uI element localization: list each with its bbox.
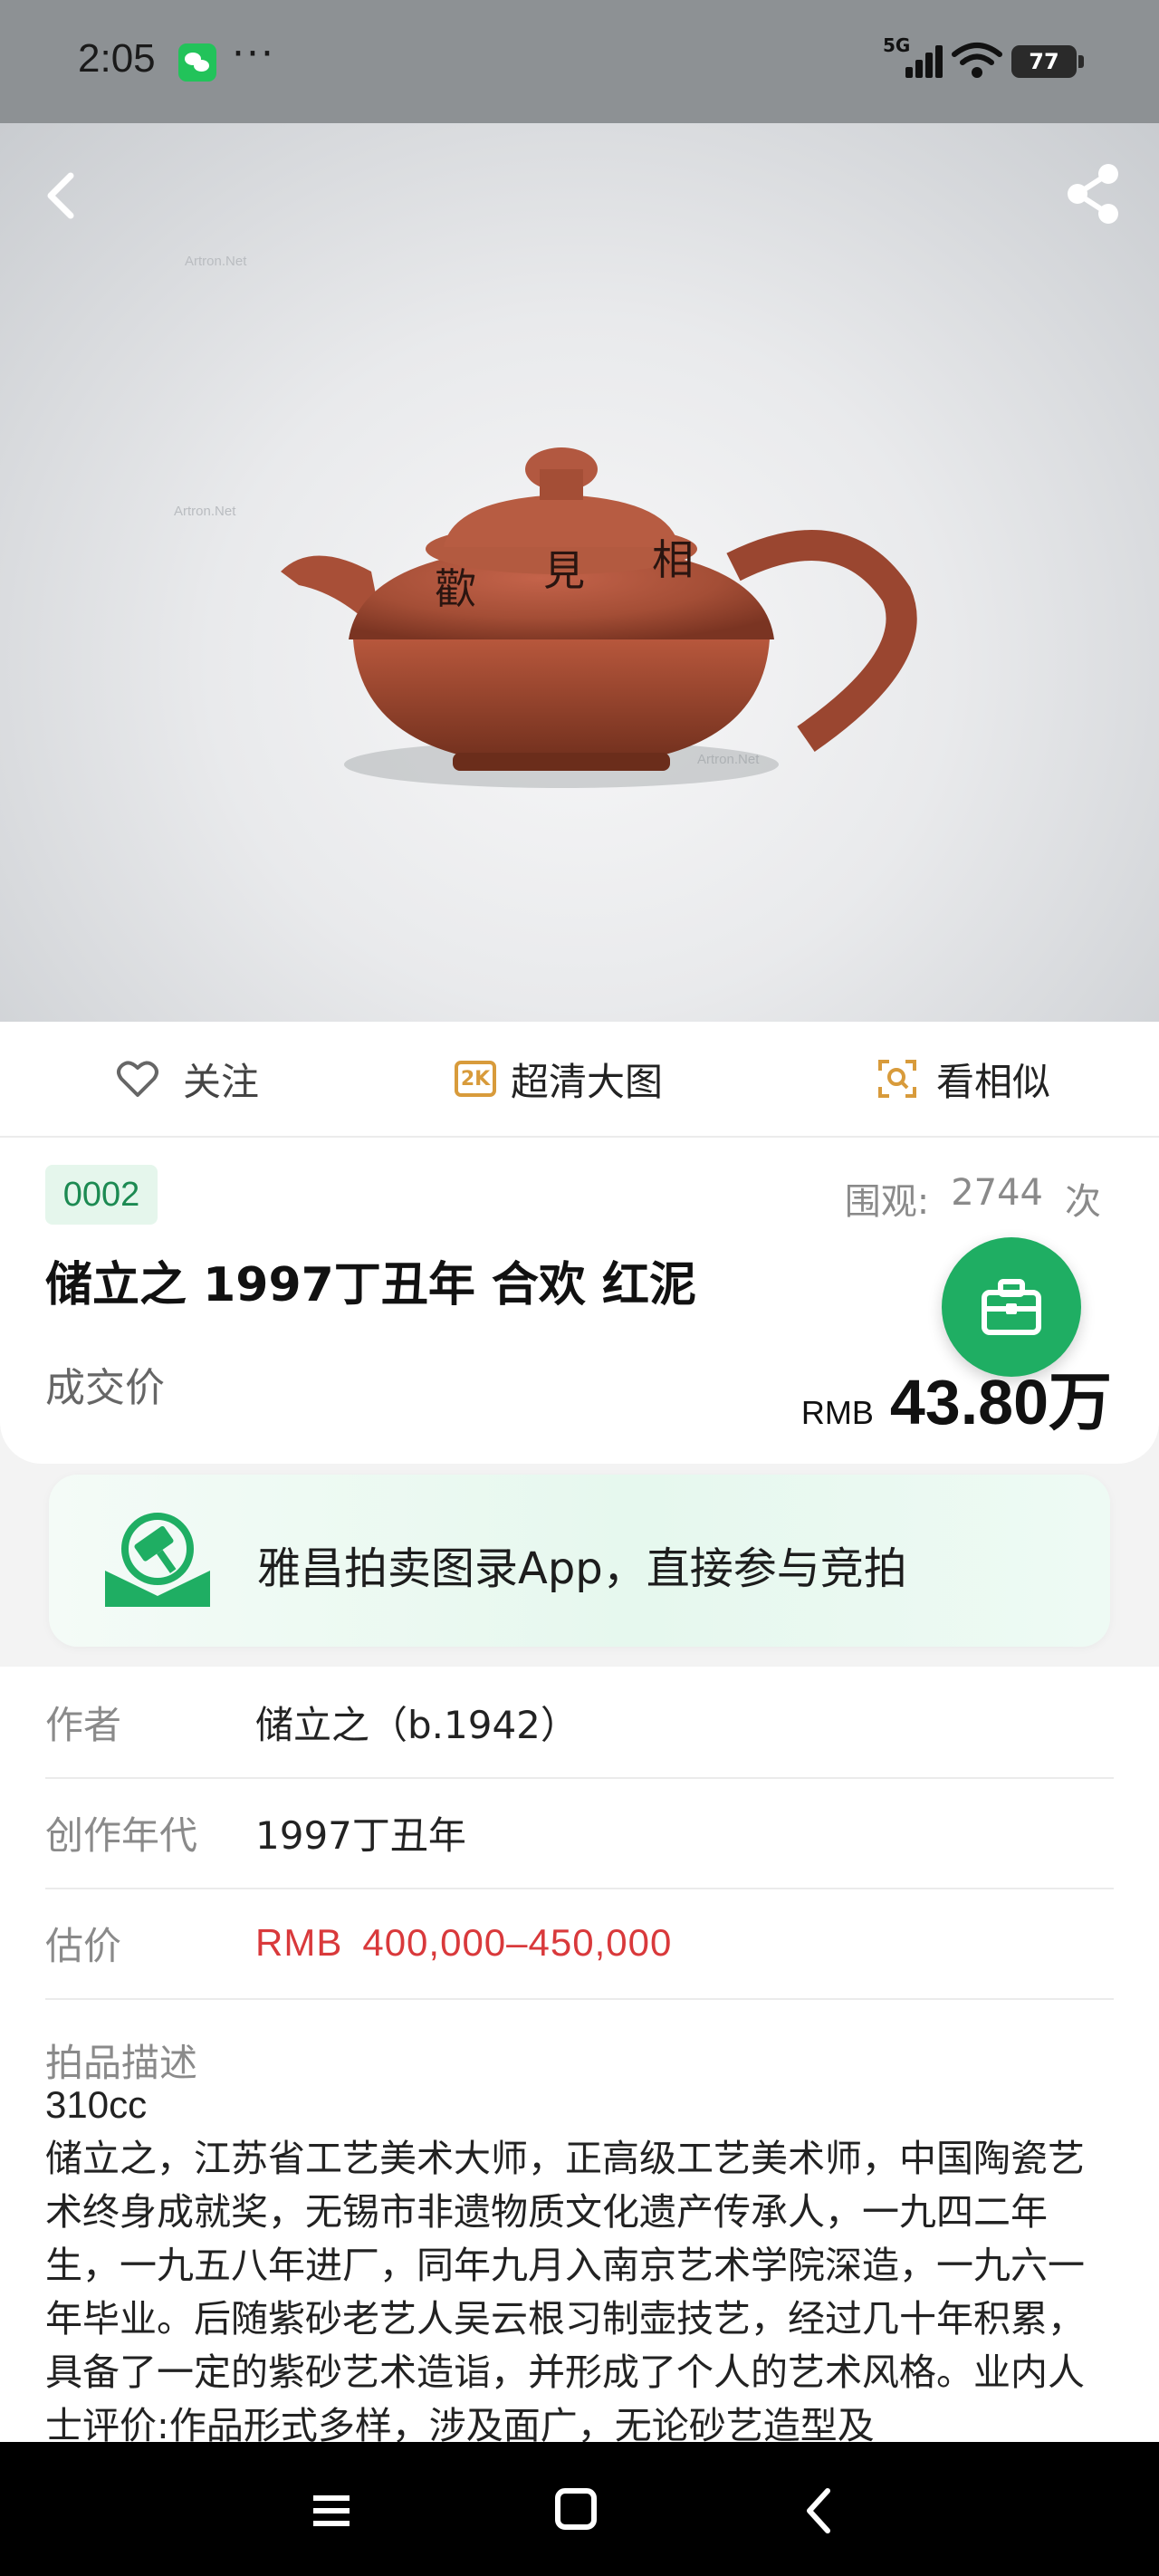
scan-search-icon <box>878 1060 916 1098</box>
watermark: Artron.Net <box>185 254 247 269</box>
svg-text:相: 相 <box>652 535 694 584</box>
share-icon[interactable] <box>1061 158 1125 230</box>
nav-back-icon[interactable] <box>793 2485 848 2536</box>
more-icon: ··· <box>232 31 275 77</box>
author-row: 作者 储立之（b.1942） <box>45 1667 1114 1779</box>
year-value: 1997丁丑年 <box>255 1812 466 1858</box>
capacity: 310cc <box>45 2083 148 2126</box>
lot-number-badge: 0002 <box>45 1165 158 1225</box>
app-promo-banner[interactable]: 雅昌拍卖图录App，直接参与竞拍 <box>49 1475 1110 1647</box>
wifi-icon <box>952 43 1002 78</box>
estimate-row: 估价 RMB 400,000–450,000 <box>45 1888 1114 2000</box>
signal-icon <box>896 43 943 78</box>
views-label: 围观: <box>844 1181 930 1223</box>
views-unit: 次 <box>1065 1181 1101 1223</box>
estimate-value: RMB 400,000–450,000 <box>255 1921 672 1965</box>
views-number: 2744 <box>951 1172 1043 1214</box>
back-icon[interactable] <box>34 159 89 232</box>
lot-details: 作者 储立之（b.1942） 创作年代 1997丁丑年 估价 RMB 400,00… <box>0 1667 1159 2447</box>
wechat-icon <box>178 43 216 82</box>
estimate-range: 400,000–450,000 <box>362 1921 673 1964</box>
heart-icon <box>117 1061 158 1097</box>
estimate-label: 估价 <box>45 1923 122 1968</box>
action-bar: 关注 2K 超清大图 看相似 <box>0 1022 1159 1138</box>
hd-2k-icon: 2K <box>455 1061 496 1097</box>
briefcase-fab-button[interactable] <box>942 1237 1081 1377</box>
hd-image-label: 超清大图 <box>511 1059 664 1104</box>
author-value[interactable]: 储立之（b.1942） <box>255 1695 579 1750</box>
follow-label: 关注 <box>183 1059 260 1104</box>
auction-app-logo-icon <box>105 1513 210 1607</box>
hd-image-button[interactable]: 2K 超清大图 <box>455 1022 663 1136</box>
lot-image[interactable]: Artron.Net Artron.Net Artron.Net 歡 見 相 <box>0 123 1159 1022</box>
status-time: 2:05 <box>78 36 156 81</box>
status-bar: 2:05 ··· 5G 77 <box>0 0 1159 123</box>
menu-icon[interactable] <box>304 2485 359 2536</box>
find-similar-button[interactable]: 看相似 <box>876 1022 1050 1136</box>
briefcase-icon <box>982 1279 1041 1335</box>
home-icon[interactable] <box>549 2485 603 2536</box>
price-currency: RMB <box>800 1394 874 1431</box>
year-row: 创作年代 1997丁丑年 <box>45 1777 1114 1889</box>
hammer-price: RMB 43.80万 <box>801 1351 1112 1443</box>
lot-title: 储立之 1997丁丑年 合欢 红泥 <box>45 1258 697 1312</box>
follow-button[interactable]: 关注 <box>116 1022 259 1136</box>
system-nav-bar <box>0 2442 1159 2576</box>
author-label: 作者 <box>45 1702 122 1747</box>
description-text: 储立之，江苏省工艺美术大师，正高级工艺美术师，中国陶瓷艺术终身成就奖，无锡市非遗… <box>45 2137 1085 2447</box>
estimate-currency: RMB <box>255 1921 343 1964</box>
year-label: 创作年代 <box>45 1812 198 1858</box>
view-count: 围观: 2744 次 <box>845 1172 1101 1225</box>
teapot-image: 歡 見 相 <box>281 447 917 788</box>
promo-text: 雅昌拍卖图录App，直接参与竞拍 <box>257 1543 907 1594</box>
find-similar-label: 看相似 <box>936 1059 1051 1104</box>
watermark: Artron.Net <box>174 504 236 519</box>
description-label: 拍品描述 <box>45 2041 198 2085</box>
svg-text:見: 見 <box>543 546 585 595</box>
svg-text:歡: 歡 <box>435 564 476 613</box>
battery-icon: 77 <box>1011 45 1084 78</box>
hammer-price-label: 成交价 <box>45 1365 165 1411</box>
